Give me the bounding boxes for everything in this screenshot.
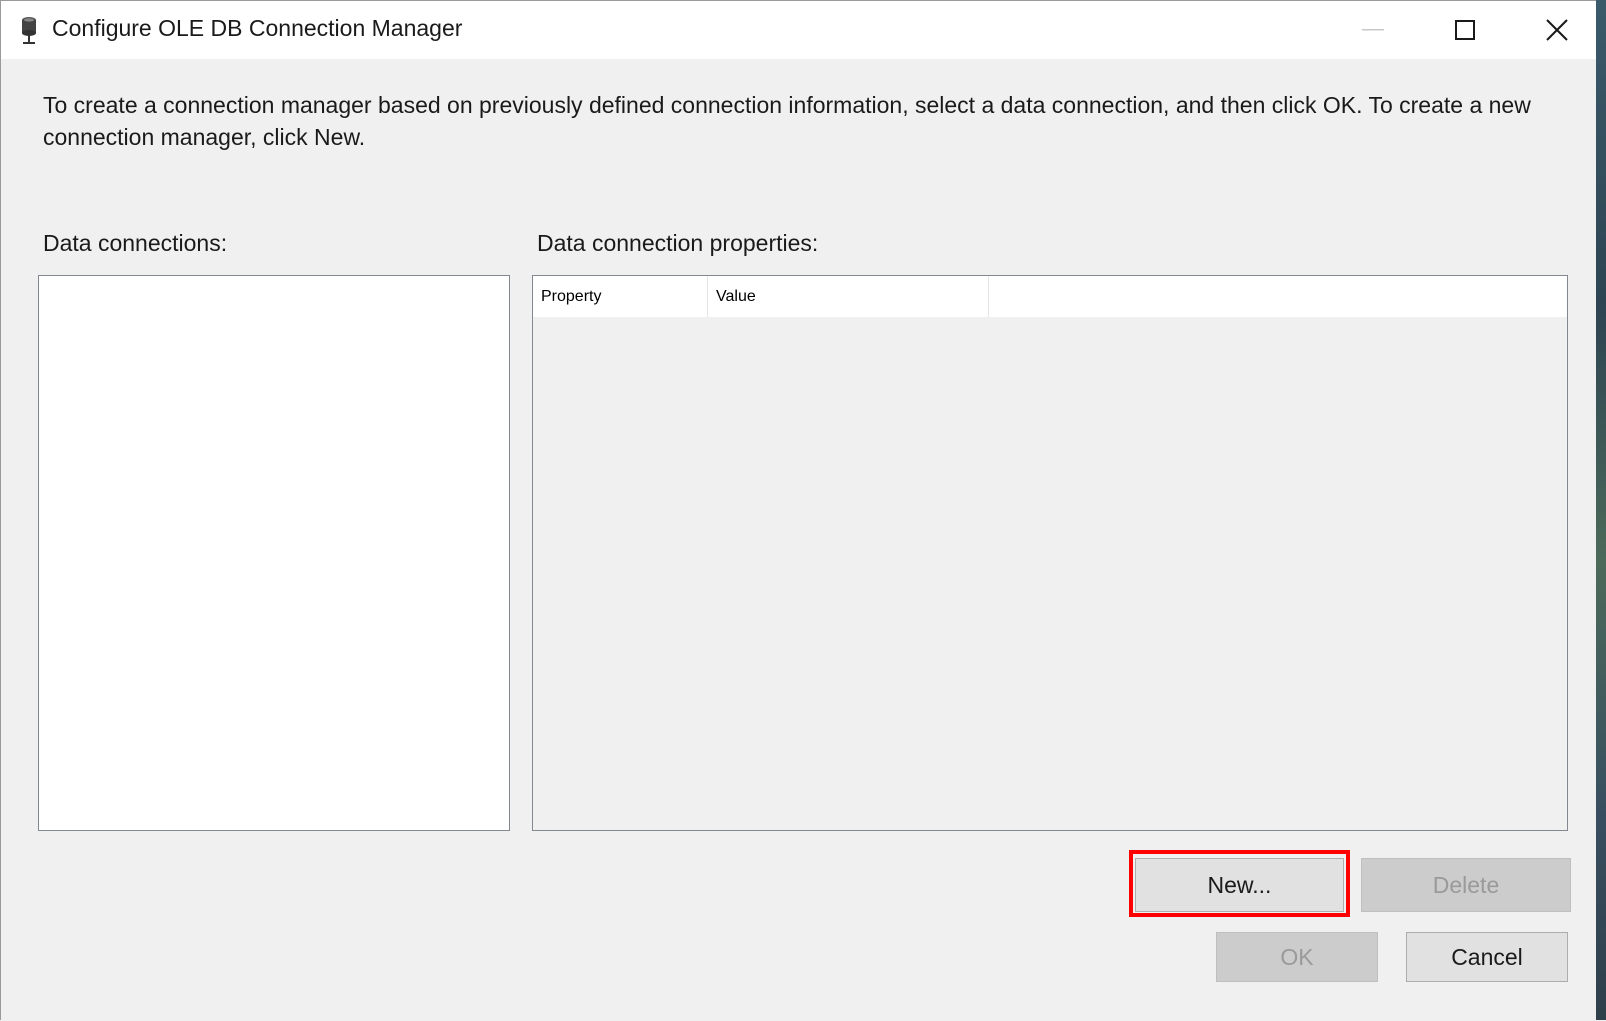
- close-button[interactable]: [1511, 1, 1603, 59]
- ok-button[interactable]: OK: [1216, 932, 1378, 982]
- dialog-content: To create a connection manager based on …: [1, 59, 1597, 1021]
- column-header-value[interactable]: Value: [708, 276, 989, 317]
- close-icon: [1546, 19, 1568, 41]
- data-connections-label: Data connections:: [43, 230, 228, 256]
- properties-grid[interactable]: Property Value: [532, 275, 1568, 831]
- configure-oledb-dialog: Configure OLE DB Connection Manager To c…: [0, 0, 1606, 1021]
- minimize-icon: [1362, 29, 1384, 31]
- new-button[interactable]: New...: [1135, 858, 1344, 912]
- data-connection-properties-label: Data connection properties:: [537, 230, 819, 256]
- minimize-button[interactable]: [1327, 1, 1419, 59]
- window-title: Configure OLE DB Connection Manager: [52, 15, 463, 41]
- database-connection-icon: [22, 17, 36, 44]
- delete-button[interactable]: Delete: [1361, 858, 1571, 912]
- title-bar: Configure OLE DB Connection Manager: [1, 1, 1597, 59]
- maximize-button[interactable]: [1419, 1, 1511, 59]
- instructions-text: To create a connection manager based on …: [43, 92, 1531, 150]
- data-connections-list[interactable]: [38, 275, 510, 831]
- properties-grid-header: Property Value: [533, 276, 1567, 317]
- column-header-property[interactable]: Property: [533, 276, 708, 317]
- column-header-filler: [989, 276, 1567, 317]
- cancel-button[interactable]: Cancel: [1406, 932, 1568, 982]
- maximize-icon: [1455, 20, 1475, 40]
- desktop-background-strip: [1596, 0, 1606, 1020]
